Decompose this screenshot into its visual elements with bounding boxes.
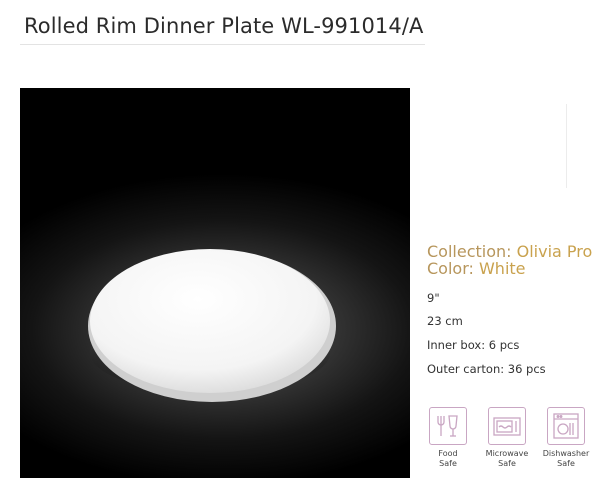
title-divider: [20, 44, 425, 45]
dishwasher-safe-icon: [547, 407, 585, 445]
dishwasher-safe-badge: Dishwasher Safe: [537, 407, 595, 469]
outer-carton-quantity: Outer carton: 36 pcs: [427, 362, 546, 376]
product-image[interactable]: [20, 88, 410, 478]
color-value: White: [478, 259, 526, 278]
dishwasher-safe-line2: Safe: [557, 459, 575, 468]
page-title: Rolled Rim Dinner Plate WL-991014/A: [24, 14, 424, 38]
microwave-safe-line1: Microwave: [485, 449, 529, 458]
food-safe-icon: [429, 407, 467, 445]
microwave-safe-icon: [488, 407, 526, 445]
plate-illustration: [88, 249, 336, 402]
color-label: Color:: [427, 259, 474, 278]
collection-value[interactable]: Olivia Pro: [517, 242, 593, 261]
color-row: Color: White: [427, 259, 526, 278]
microwave-safe-badge: Microwave Safe: [478, 407, 536, 469]
inner-box-quantity: Inner box: 6 pcs: [427, 338, 520, 352]
food-safe-line1: Food: [438, 449, 458, 458]
size-inches: 9": [427, 291, 440, 305]
plate-surface: [90, 249, 330, 393]
vertical-divider: [566, 104, 567, 188]
food-safe-badge: Food Safe: [419, 407, 477, 469]
microwave-safe-line2: Safe: [498, 459, 516, 468]
dishwasher-safe-line1: Dishwasher: [542, 449, 590, 458]
food-safe-line2: Safe: [439, 459, 457, 468]
size-centimeters: 23 cm: [427, 314, 463, 328]
